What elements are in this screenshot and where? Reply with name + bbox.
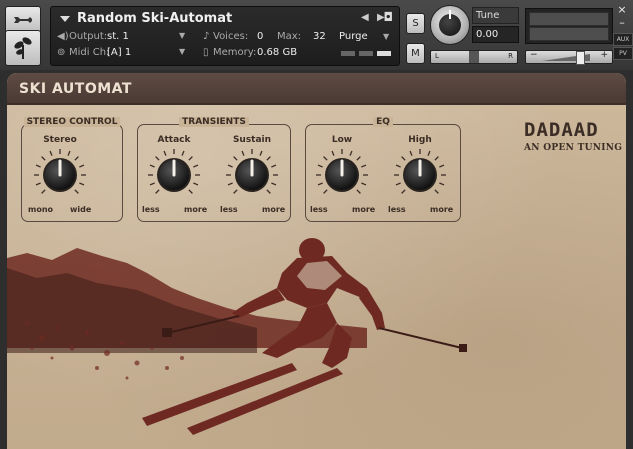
sustain-min-label: less — [220, 205, 238, 214]
voices-icon: ♪ — [203, 31, 210, 42]
aux-button[interactable]: AUX — [613, 33, 633, 46]
group-stereo-control: STEREO CONTROL Stereo mono wide — [21, 117, 123, 222]
sustain-knob-label: Sustain — [232, 135, 272, 145]
instrument-browser-button[interactable] — [5, 30, 41, 66]
voices-label: Voices: — [213, 31, 249, 42]
high-max-label: more — [430, 205, 454, 214]
purge-dropdown-icon: ▼ — [383, 32, 390, 41]
group-transients: TRANSIENTS Attack less more Sustain less more — [137, 117, 291, 222]
speaker-icon: ◀) — [57, 31, 69, 42]
midi-icon: ⊚ — [57, 47, 66, 58]
pan-thumb[interactable] — [469, 51, 479, 63]
instrument-info-panel: Random Ski-Automat ◀ ▶ ◘ ◀) Output: st. … — [50, 6, 400, 66]
high-min-label: less — [388, 205, 406, 214]
attack-max-label: more — [184, 205, 208, 214]
purge-label: Purge — [339, 31, 368, 42]
tune-knob[interactable] — [430, 5, 470, 45]
memory-label: Memory: — [213, 47, 257, 58]
attack-min-label: less — [142, 205, 160, 214]
volume-plus-label: + — [600, 50, 608, 60]
attack-knob[interactable] — [148, 149, 200, 201]
midi-dropdown-icon[interactable]: ▼ — [179, 47, 185, 56]
pan-slider[interactable]: L R — [430, 50, 518, 64]
volume-slider[interactable]: − + — [525, 50, 613, 65]
low-knob-label: Low — [331, 135, 353, 145]
low-min-label: less — [310, 205, 328, 214]
output-label: Output: — [69, 31, 108, 42]
stereo-min-label: mono — [28, 205, 54, 214]
panel-title: SKI AUTOMAT — [19, 81, 132, 97]
group-eq: EQ Low less more High less more — [305, 117, 461, 222]
memory-icon: ▯ — [203, 47, 209, 58]
collapse-triangle-icon[interactable] — [60, 16, 70, 22]
volume-minus-label: − — [530, 50, 538, 60]
sustain-knob[interactable] — [226, 149, 278, 201]
max-voices-value[interactable]: 32 — [313, 31, 326, 42]
skier-illustration — [7, 238, 467, 435]
high-knob[interactable] — [394, 149, 446, 201]
group-title: TRANSIENTS — [138, 117, 290, 127]
solo-button[interactable]: S — [406, 13, 425, 34]
low-knob[interactable] — [316, 149, 368, 201]
kontakt-header: Random Ski-Automat ◀ ▶ ◘ ◀) Output: st. … — [0, 0, 633, 70]
tune-value[interactable]: 0.00 — [472, 26, 519, 43]
midi-channel-value[interactable]: [A] 1 — [107, 47, 131, 58]
stereo-max-label: wide — [70, 205, 92, 214]
pan-right-label: R — [508, 52, 513, 60]
close-icon[interactable]: × — [616, 4, 628, 16]
minimize-icon[interactable]: – — [616, 17, 628, 29]
plant-icon — [14, 37, 32, 59]
group-title: STEREO CONTROL — [22, 117, 122, 127]
dadaad-logo: DADAAD — [524, 119, 599, 141]
logo-subtitle: AN OPEN TUNING — [524, 143, 623, 153]
attack-knob-label: Attack — [157, 135, 191, 145]
pv-button[interactable]: PV — [613, 47, 633, 60]
group-title: EQ — [306, 117, 460, 127]
pan-left-label: L — [435, 52, 439, 60]
purge-dropdown[interactable]: Purge ▼ — [339, 31, 393, 45]
sustain-max-label: more — [262, 205, 286, 214]
instrument-panel: SKI AUTOMAT STEREO CONTROL Stereo mono wide… — [7, 73, 626, 449]
camera-icon[interactable]: ◘ — [384, 10, 394, 24]
max-label: Max: — [277, 31, 302, 42]
volume-thumb[interactable] — [576, 51, 585, 65]
voices-value: 0 — [257, 31, 264, 42]
output-dropdown-icon[interactable]: ▼ — [179, 31, 185, 40]
memory-value: 0.68 GB — [257, 47, 298, 58]
mute-button[interactable]: M — [406, 43, 425, 64]
prev-instrument-icon[interactable]: ◀ — [361, 12, 369, 23]
stereo-knob[interactable] — [34, 149, 86, 201]
tune-label: Tune — [472, 7, 519, 24]
title-band: SKI AUTOMAT — [7, 73, 626, 103]
midi-label: Midi Ch: — [69, 47, 110, 58]
wrench-icon — [14, 17, 32, 23]
output-value[interactable]: st. 1 — [107, 31, 129, 42]
level-meter — [525, 8, 613, 44]
instrument-name[interactable]: Random Ski-Automat — [77, 11, 232, 26]
low-max-label: more — [352, 205, 376, 214]
high-knob-label: High — [408, 135, 432, 145]
stereo-knob-label: Stereo — [43, 135, 77, 145]
